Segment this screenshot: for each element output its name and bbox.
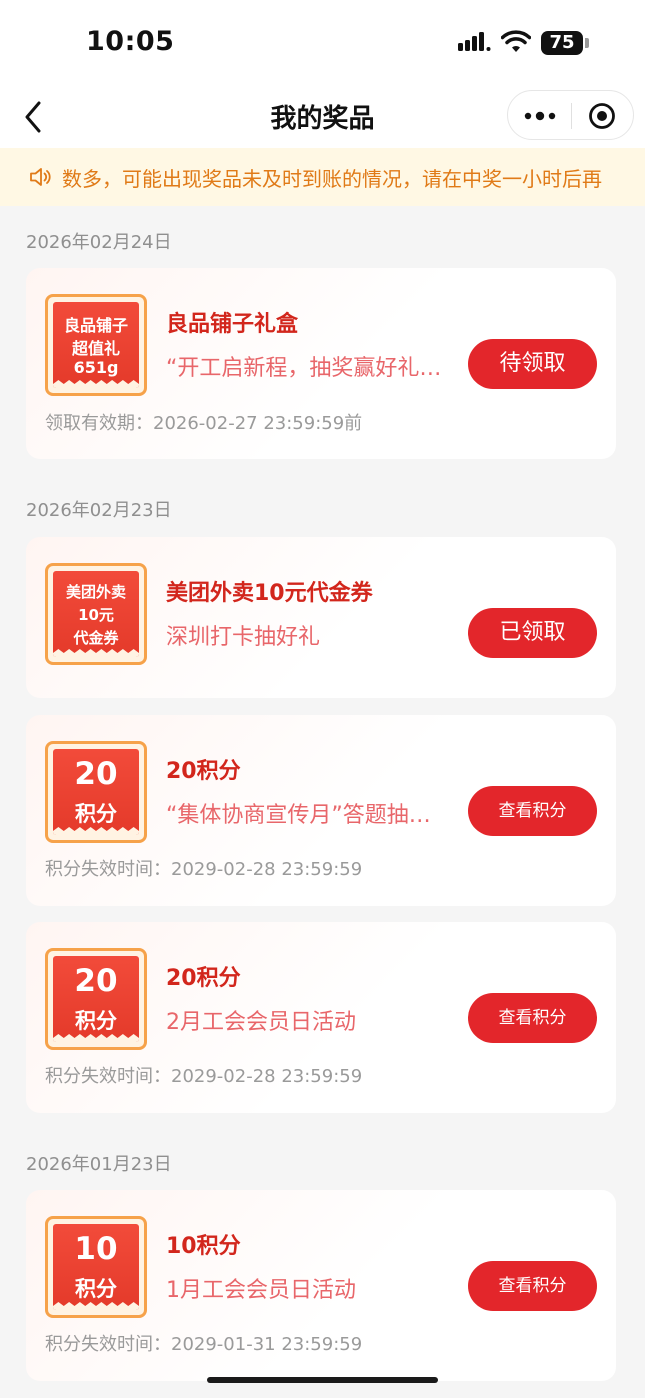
prize-source: 1月工会会员日活动 [166,1278,356,1303]
status-bar: 10:05 75 [0,0,645,88]
points-coupon-icon: 20 积分 [45,741,147,843]
view-points-button[interactable]: 查看积分 [468,786,597,836]
prize-name: 20积分 [166,966,241,991]
prize-icon-text: 积分 [75,1009,117,1033]
ticket-edge-icon [53,1302,139,1310]
notice-bar: 数多，可能出现奖品未及时到账的情况，请在中奖一小时后再 [0,148,645,206]
prize-name: 20积分 [166,759,241,784]
prize-name: 10积分 [166,1234,241,1259]
prize-icon-text: 美团外卖 [65,583,126,601]
target-circle-icon[interactable] [588,102,616,130]
prize-icon-text: 10元 [78,606,114,624]
status-time: 10:05 [86,26,175,57]
ticket-edge-icon [53,1034,139,1042]
prize-name: 良品铺子礼盒 [166,312,299,337]
nav-bar: 我的奖品 [0,88,645,148]
speaker-icon [30,168,51,186]
prize-source: “集体协商宣传月”答题抽… [166,803,431,828]
prize-voucher-icon: 美团外卖 10元 代金券 [45,563,147,665]
prize-icon-text: 651g [73,358,119,377]
prize-card: 美团外卖 10元 代金券 美团外卖10元代金券 深圳打卡抽好礼 已领取 [26,537,616,698]
prize-icon-text: 良品铺子 [63,316,128,335]
prize-card: 20 积分 20积分 “集体协商宣传月”答题抽… 查看积分 积分失效时间：202… [26,715,616,906]
view-points-button[interactable]: 查看积分 [468,1261,597,1311]
battery-indicator: 75 [541,31,583,55]
prize-card: 良品铺子 超值礼 651g 良品铺子礼盒 “开工启新程，抽奖赢好礼… 待领取 领… [26,268,616,459]
prize-source: 2月工会会员日活动 [166,1010,356,1035]
points-coupon-icon: 20 积分 [45,948,147,1050]
prize-card: 10 积分 10积分 1月工会会员日活动 查看积分 积分失效时间：2029-01… [26,1190,616,1381]
cellular-signal-icon [458,32,491,51]
ticket-edge-icon [53,649,139,657]
prize-source: 深圳打卡抽好礼 [166,625,321,650]
prize-source: “开工启新程，抽奖赢好礼… [166,356,442,381]
prize-icon-text: 20 [74,963,118,999]
prize-icon-text: 代金券 [73,629,119,647]
claimed-button[interactable]: 已领取 [468,608,597,658]
notice-text: 数多，可能出现奖品未及时到账的情况，请在中奖一小时后再 [62,167,602,191]
date-group-label: 2026年02月24日 [26,232,172,253]
home-indicator[interactable] [207,1377,438,1383]
ticket-edge-icon [53,827,139,835]
prize-card: 20 积分 20积分 2月工会会员日活动 查看积分 积分失效时间：2029-02… [26,922,616,1113]
points-expiry: 积分失效时间：2029-02-28 23:59:59 [45,859,363,880]
prize-icon-text: 20 [74,756,118,792]
pending-claim-button[interactable]: 待领取 [468,339,597,389]
points-expiry: 积分失效时间：2029-02-28 23:59:59 [45,1066,363,1087]
more-dots-icon[interactable] [522,105,558,127]
mini-program-capsule [507,90,634,140]
prize-name: 美团外卖10元代金券 [166,581,373,606]
wifi-icon [501,30,531,52]
ticket-edge-icon [53,380,139,388]
capsule-divider [571,103,572,129]
prize-validity: 领取有效期：2026-02-27 23:59:59前 [45,413,363,434]
prize-icon-text: 超值礼 [71,339,120,358]
prize-icon-text: 10 [74,1231,118,1267]
date-group-label: 2026年02月23日 [26,500,172,521]
battery-tip [585,38,589,48]
points-coupon-icon: 10 积分 [45,1216,147,1318]
prize-icon-text: 积分 [75,1277,117,1301]
view-points-button[interactable]: 查看积分 [468,993,597,1043]
prize-icon-text: 积分 [75,802,117,826]
points-expiry: 积分失效时间：2029-01-31 23:59:59 [45,1334,363,1355]
prize-gift-icon: 良品铺子 超值礼 651g [45,294,147,396]
date-group-label: 2026年01月23日 [26,1154,172,1175]
